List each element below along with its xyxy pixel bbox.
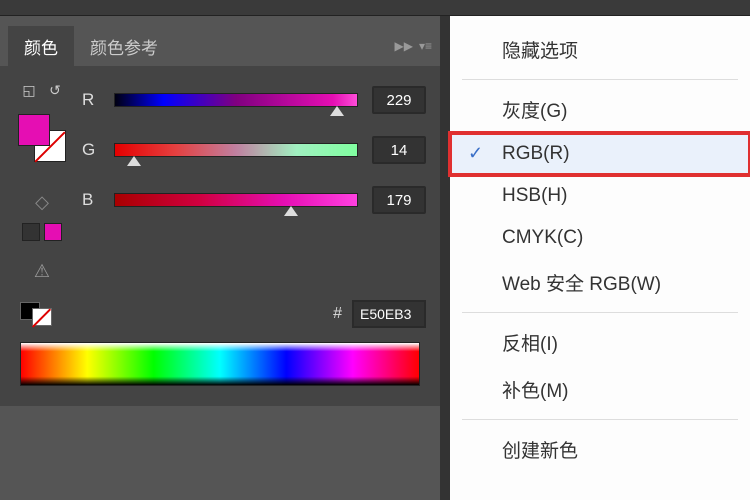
slider-label-b: B bbox=[82, 190, 100, 210]
slider-row-b: B 179 bbox=[82, 186, 426, 214]
menu-rgb[interactable]: ✓ RGB(R) bbox=[450, 133, 750, 175]
menu-hide-options[interactable]: 隐藏选项 bbox=[450, 26, 750, 73]
left-tool-column: ◱ ↺ ◇ ⚠ bbox=[14, 80, 70, 282]
menu-complement[interactable]: 补色(M) bbox=[450, 366, 750, 413]
overlap-icon[interactable]: ◱ bbox=[19, 80, 39, 100]
slider-track-r[interactable] bbox=[114, 93, 358, 107]
slider-label-g: G bbox=[82, 140, 100, 160]
panel-tabs: 颜色 颜色参考 ▶▶ ▾≡ bbox=[0, 26, 440, 66]
mini-swatch-color[interactable] bbox=[44, 223, 62, 241]
slider-thumb-b[interactable] bbox=[284, 206, 298, 216]
slider-track-b[interactable] bbox=[114, 193, 358, 207]
menu-rgb-label: RGB(R) bbox=[502, 143, 570, 164]
slider-thumb-r[interactable] bbox=[330, 106, 344, 116]
menu-cmyk[interactable]: CMYK(C) bbox=[450, 217, 750, 259]
menu-create-new[interactable]: 创建新色 bbox=[450, 426, 750, 473]
cube-icon[interactable]: ◇ bbox=[35, 192, 49, 213]
hex-input[interactable]: E50EB3 bbox=[352, 300, 426, 328]
warning-icon: ⚠ bbox=[34, 261, 50, 282]
menu-invert[interactable]: 反相(I) bbox=[450, 319, 750, 366]
menu-web-safe[interactable]: Web 安全 RGB(W) bbox=[450, 259, 750, 306]
menu-separator bbox=[462, 312, 738, 313]
menu-separator bbox=[462, 79, 738, 80]
slider-row-g: G 14 bbox=[82, 136, 426, 164]
slider-value-b[interactable]: 179 bbox=[372, 186, 426, 214]
color-panel: 颜色 颜色参考 ▶▶ ▾≡ ◱ ↺ ◇ bbox=[0, 16, 440, 500]
bw-swatch[interactable] bbox=[20, 302, 52, 326]
reset-icon[interactable]: ↺ bbox=[45, 80, 65, 100]
menu-hsb[interactable]: HSB(H) bbox=[450, 175, 750, 217]
slider-track-g[interactable] bbox=[114, 143, 358, 157]
menu-grayscale[interactable]: 灰度(G) bbox=[450, 86, 750, 133]
tab-color-guide[interactable]: 颜色参考 bbox=[74, 26, 174, 67]
collapse-icon[interactable]: ▶▶ bbox=[395, 39, 413, 53]
mini-swatches bbox=[22, 223, 62, 241]
menu-separator bbox=[462, 419, 738, 420]
slider-row-r: R 229 bbox=[82, 86, 426, 114]
hash-label: # bbox=[333, 305, 342, 323]
slider-thumb-g[interactable] bbox=[127, 156, 141, 166]
mini-swatch-dark[interactable] bbox=[22, 223, 40, 241]
hex-row: # E50EB3 bbox=[14, 300, 426, 328]
foreground-swatch[interactable] bbox=[18, 114, 50, 146]
color-spectrum[interactable] bbox=[20, 342, 420, 386]
slider-value-r[interactable]: 229 bbox=[372, 86, 426, 114]
panel-menu-icon[interactable]: ▾≡ bbox=[419, 39, 432, 53]
slider-value-g[interactable]: 14 bbox=[372, 136, 426, 164]
window-top-bar bbox=[0, 0, 750, 16]
rgb-sliders: R 229 G 14 B bbox=[82, 80, 426, 282]
slider-label-r: R bbox=[82, 90, 100, 110]
panel-gap bbox=[440, 16, 450, 500]
check-icon: ✓ bbox=[468, 143, 483, 164]
fg-bg-swatches[interactable] bbox=[18, 114, 66, 162]
panel-context-menu: 隐藏选项 灰度(G) ✓ RGB(R) HSB(H) CMYK(C) Web 安… bbox=[450, 16, 750, 500]
tab-color[interactable]: 颜色 bbox=[8, 26, 74, 67]
